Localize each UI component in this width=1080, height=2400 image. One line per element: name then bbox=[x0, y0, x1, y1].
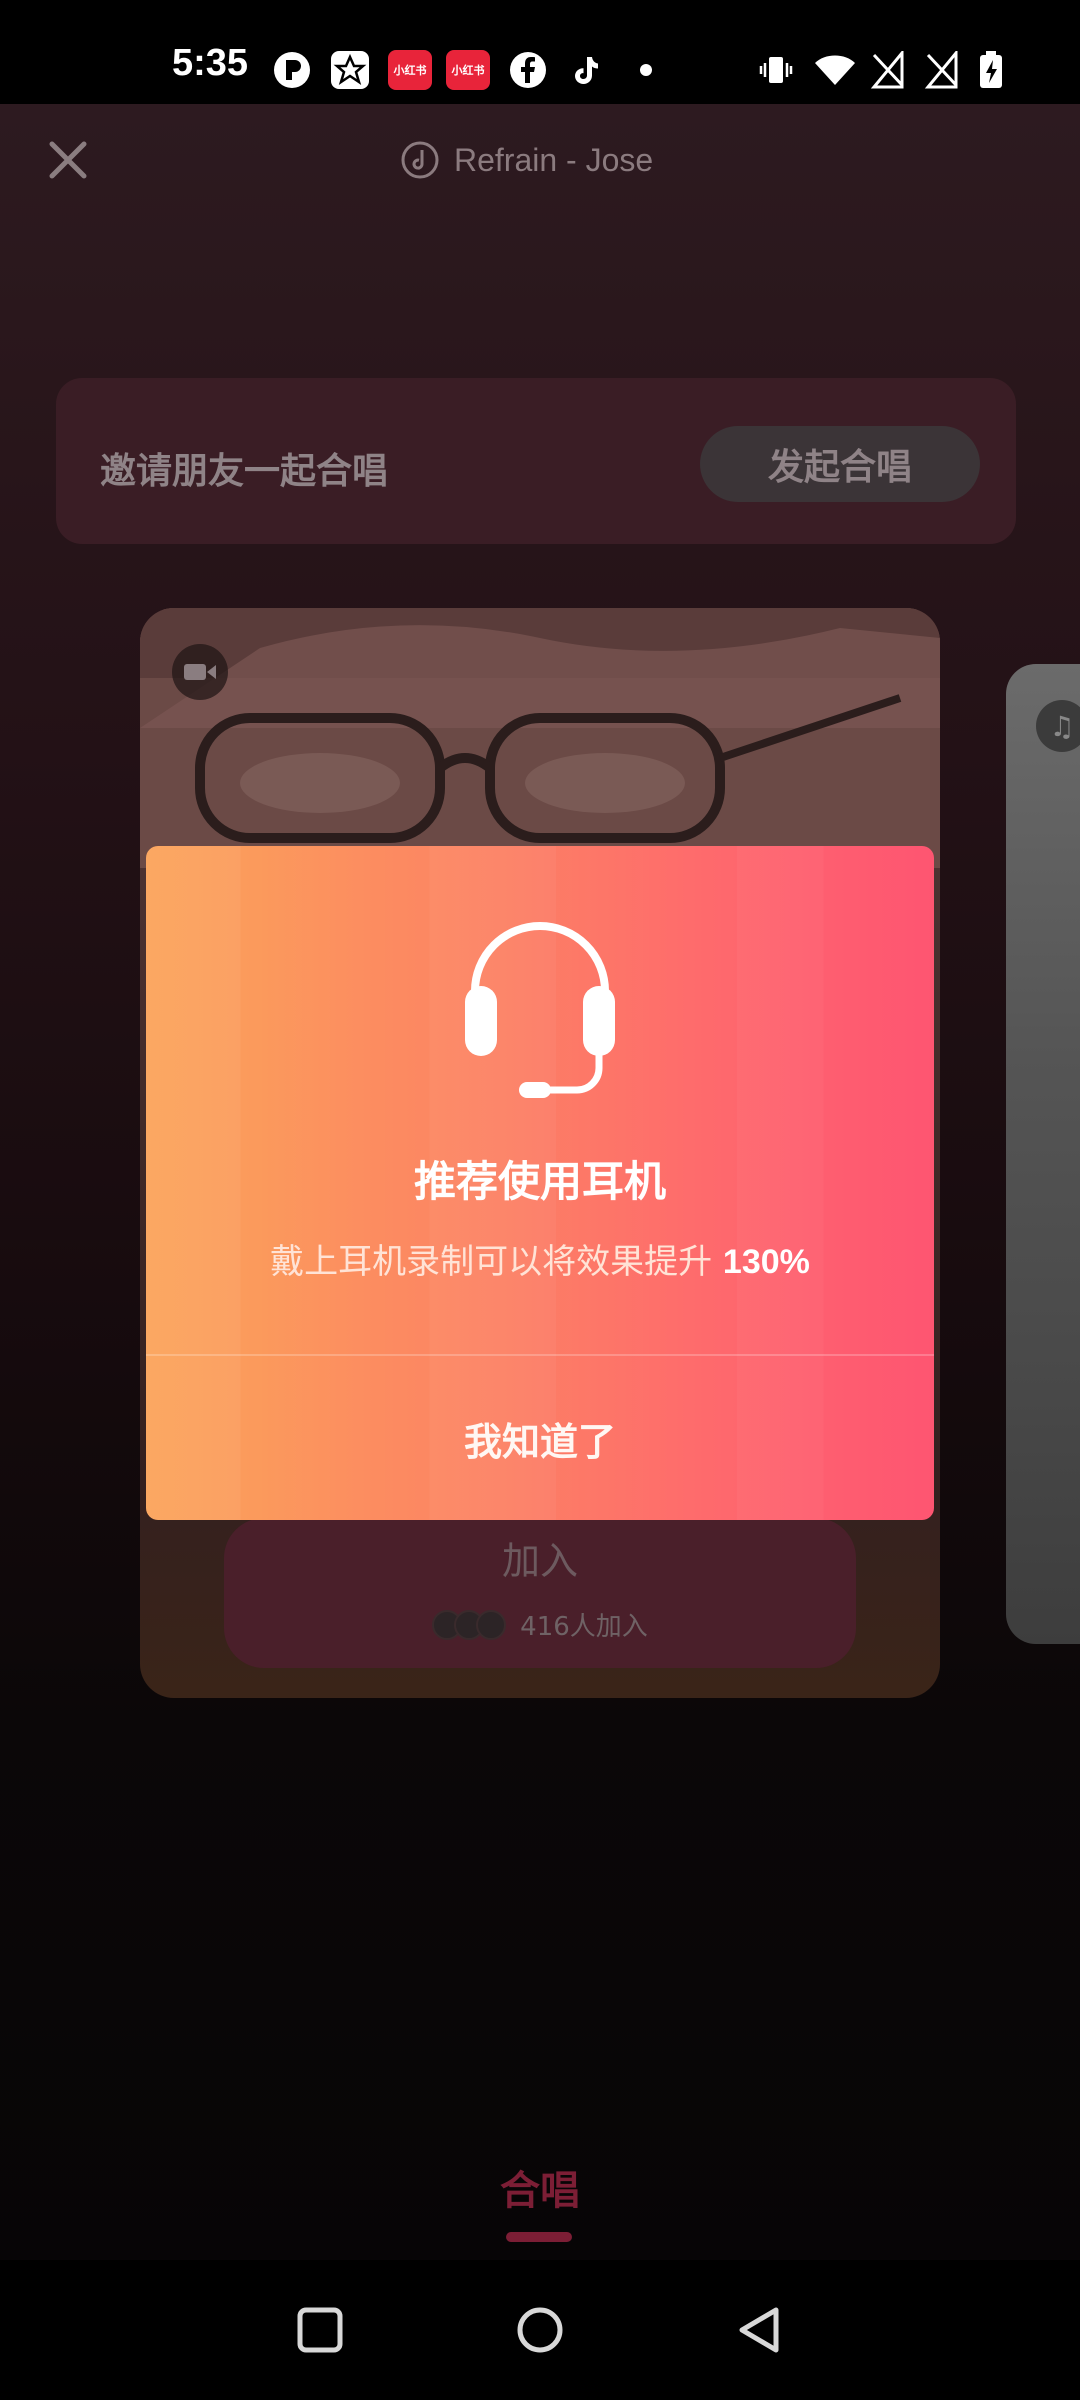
headphones-icon bbox=[455, 906, 625, 1106]
invite-text: 邀请朋友一起合唱 bbox=[100, 451, 389, 492]
close-icon[interactable] bbox=[40, 132, 96, 188]
join-count: 416人加入 bbox=[224, 1606, 856, 1643]
xiaohongshu-label-2: 小红书 bbox=[451, 64, 485, 77]
back-icon[interactable] bbox=[730, 2300, 790, 2360]
tab-chorus[interactable]: 合唱 bbox=[490, 2158, 590, 2216]
xiaohongshu-icon: 小红书 bbox=[388, 50, 432, 90]
system-nav-bar bbox=[0, 2260, 1080, 2400]
battery-charging-icon bbox=[976, 50, 1006, 90]
next-card[interactable]: ♫ bbox=[1006, 664, 1080, 1644]
launch-chorus-button[interactable]: 发起合唱 bbox=[700, 426, 980, 502]
top-bar: Refrain - Jose bbox=[0, 104, 1080, 208]
no-sim-icon bbox=[868, 50, 908, 90]
song-title[interactable]: Refrain - Jose bbox=[400, 140, 653, 180]
facebook-icon bbox=[508, 50, 548, 90]
dialog-highlight: 130% bbox=[722, 1243, 810, 1281]
join-count-text: 416人加入 bbox=[520, 1612, 648, 1642]
song-title-text: Refrain - Jose bbox=[454, 141, 654, 178]
no-sim-icon-2 bbox=[922, 50, 962, 90]
join-button[interactable]: 加入 416人加入 bbox=[224, 1518, 856, 1668]
home-icon[interactable] bbox=[510, 2300, 570, 2360]
status-bar: 5:35 小红书 小红书 bbox=[0, 0, 1080, 104]
card-photo bbox=[140, 608, 940, 868]
vibrate-icon bbox=[756, 50, 796, 90]
xiaohongshu-label: 小红书 bbox=[393, 64, 427, 77]
dialog-title: 推荐使用耳机 bbox=[413, 1157, 666, 1206]
music-note-icon: ♫ bbox=[1036, 700, 1080, 752]
confirm-button[interactable]: 我知道了 bbox=[146, 1356, 934, 1520]
dialog-subtitle-text: 戴上耳机录制可以将效果提升 bbox=[270, 1242, 713, 1282]
dialog-subtitle: 戴上耳机录制可以将效果提升 130% bbox=[146, 1234, 934, 1283]
recents-icon[interactable] bbox=[290, 2300, 350, 2360]
avatar-group bbox=[432, 1609, 507, 1640]
music-disc-icon bbox=[401, 141, 439, 179]
notification-dot bbox=[640, 64, 652, 76]
xiaohongshu-icon-2: 小红书 bbox=[446, 50, 490, 90]
tiktok-icon bbox=[566, 50, 606, 90]
star-app-icon bbox=[330, 50, 370, 90]
wifi-icon bbox=[812, 50, 858, 90]
avatar bbox=[476, 1609, 507, 1640]
join-label: 加入 bbox=[501, 1539, 578, 1583]
tab-indicator bbox=[506, 2232, 572, 2242]
status-time: 5:35 bbox=[172, 42, 249, 84]
headphone-tip-dialog: 推荐使用耳机 戴上耳机录制可以将效果提升 130% 我知道了 bbox=[146, 846, 934, 1520]
video-camera-icon bbox=[172, 644, 228, 700]
p-app-icon bbox=[272, 50, 312, 90]
